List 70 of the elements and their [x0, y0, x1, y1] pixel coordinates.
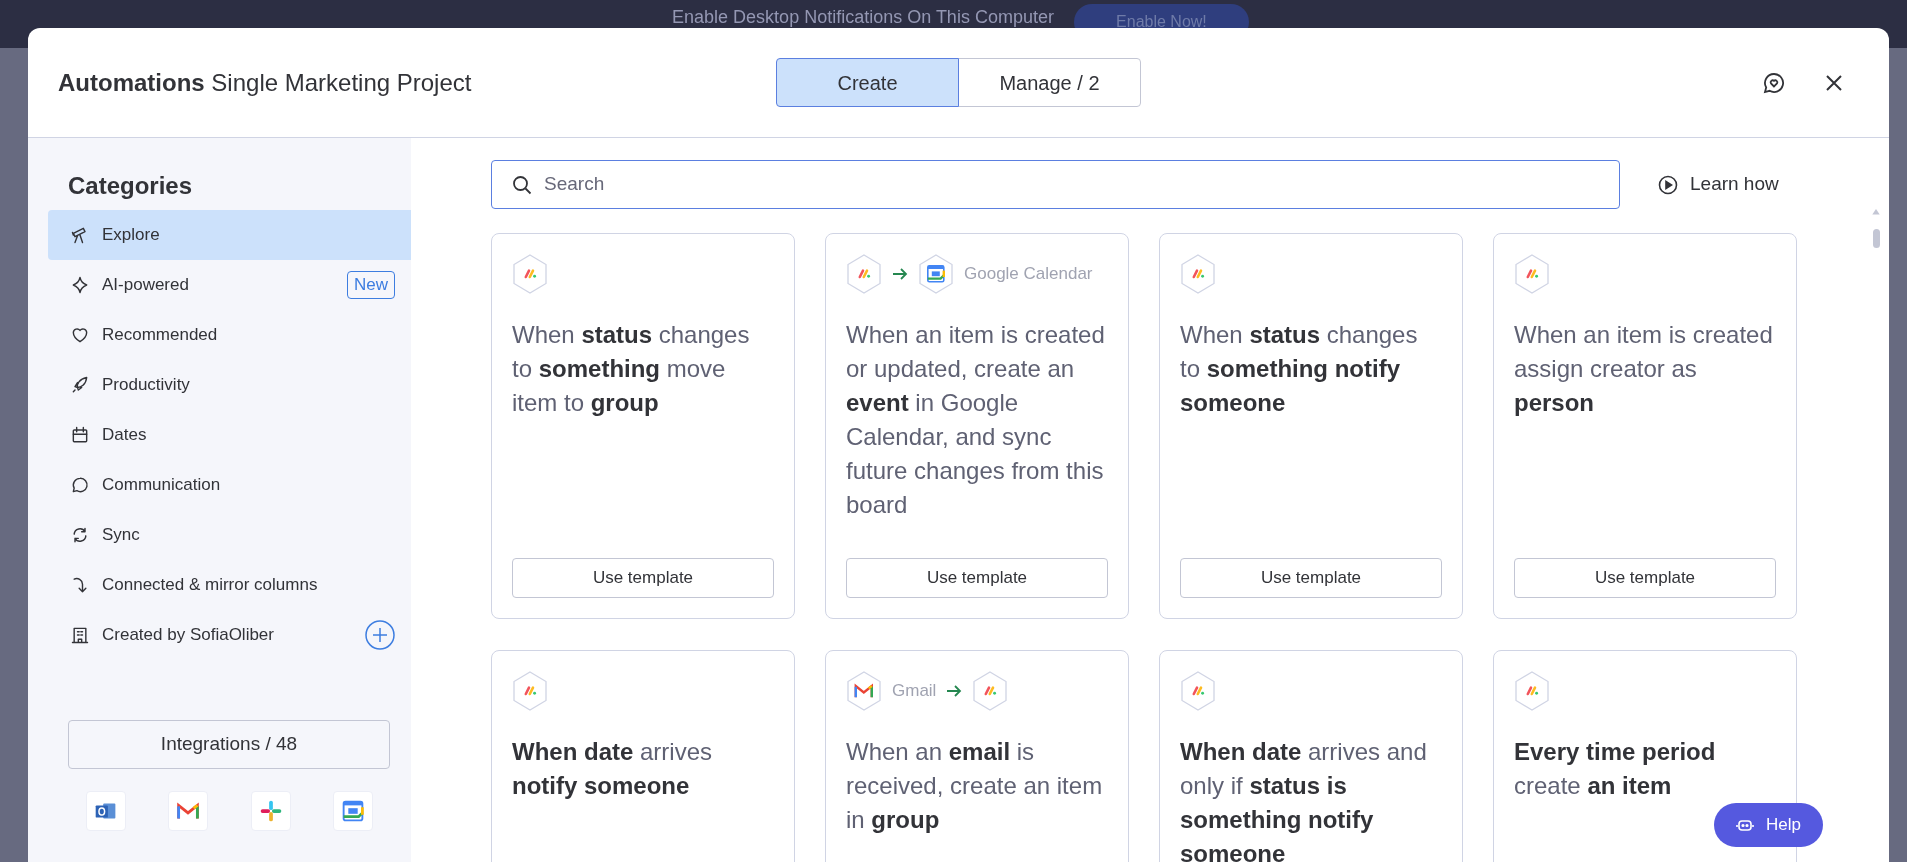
arrow-icon — [946, 684, 963, 698]
category-item[interactable]: Sync — [48, 510, 411, 560]
category-item[interactable]: Created by SofiaOliber — [48, 610, 411, 660]
mail-app-icon[interactable] — [168, 791, 209, 831]
calendar-icon — [70, 425, 90, 445]
learn-how-link[interactable]: Learn how — [1658, 170, 1779, 199]
template-card[interactable]: Google Calendar When an item is created or updated, create an event in Google Calendar, and sync future changes from this board Use template — [825, 233, 1129, 619]
category-item[interactable]: Explore — [48, 210, 411, 260]
play-icon — [1658, 174, 1678, 195]
template-card[interactable]: When an item is created assign creator as person Use template — [1493, 233, 1797, 619]
speech-bubble-icon — [70, 475, 90, 495]
category-item[interactable]: Dates — [48, 410, 411, 460]
heart-icon — [70, 325, 90, 345]
template-description: When status changes to something move item to group — [512, 320, 751, 418]
categories-heading: Categories — [68, 171, 194, 201]
template-description: When an item is created or updated, create an event in Google Calendar, and sync future changes from this board — [846, 320, 1106, 520]
help-button[interactable]: Help — [1714, 803, 1823, 847]
envelope-app-icon[interactable] — [86, 791, 126, 831]
logo-icon — [1180, 671, 1216, 711]
search-field[interactable]: Search — [491, 160, 1620, 209]
template-description: When an item is created assign creator as person — [1514, 320, 1774, 418]
scrollbar[interactable] — [1871, 208, 1881, 248]
feedback-icon[interactable] — [1762, 71, 1786, 95]
template-description: When status changes to something notify someone — [1180, 320, 1419, 418]
use-template-button[interactable]: Use template — [1514, 558, 1776, 598]
template-card[interactable]: When status changes to something notify someone Use template — [1159, 233, 1463, 619]
use-template-button[interactable]: Use template — [846, 558, 1108, 598]
category-item[interactable]: Productivity — [48, 360, 411, 410]
logo-icon — [846, 254, 882, 294]
arrow-icon — [892, 267, 908, 281]
template-description: When date arrives and only if status is something notify someone — [1180, 737, 1428, 862]
logo-icon — [1180, 254, 1216, 294]
new-badge: New — [347, 271, 395, 299]
logo-icon — [1514, 254, 1550, 294]
add-icon[interactable] — [365, 620, 395, 650]
logo-icon — [512, 254, 548, 294]
template-card[interactable]: When date arrives and only if status is something notify someone — [1159, 650, 1463, 862]
app-name: Gmail — [892, 680, 937, 703]
dialog-title: Automations — [58, 68, 205, 96]
tab[interactable]: Create — [776, 58, 959, 107]
mail-app-icon — [846, 671, 882, 711]
sparkle-icon — [70, 275, 90, 295]
template-card[interactable]: When status changes to something move item to group Use template — [491, 233, 795, 619]
logo-icon — [972, 671, 1009, 711]
search-input[interactable]: Search — [544, 170, 1599, 199]
template-card[interactable]: When date arrives notify someone — [491, 650, 795, 862]
template-description: Every time period create an item — [1514, 737, 1717, 801]
tab[interactable]: Manage / 2 — [958, 58, 1141, 107]
template-description: When date arrives notify someone — [512, 737, 714, 801]
integrations-button[interactable]: Integrations / 48 — [68, 720, 390, 769]
logo-icon — [512, 671, 548, 711]
use-template-button[interactable]: Use template — [512, 558, 774, 598]
category-item[interactable]: Recommended — [48, 310, 411, 360]
use-template-button[interactable]: Use template — [1180, 558, 1442, 598]
calendar-app-icon — [918, 254, 954, 294]
search-icon — [512, 174, 532, 195]
close-icon[interactable] — [1825, 74, 1843, 92]
notification-text: Enable Desktop Notifications On This Computer — [672, 7, 1054, 27]
template-card[interactable]: Gmail When an email is received, create an item in group — [825, 650, 1129, 862]
template-description: When an email is received, create an item in group — [846, 737, 1104, 835]
board-name: Single Marketing Project — [211, 68, 472, 96]
building-icon — [70, 625, 90, 645]
category-item[interactable]: AI-powered New — [48, 260, 411, 310]
app-name: Google Calendar — [964, 263, 1093, 286]
logo-icon — [1514, 671, 1550, 711]
category-item[interactable]: Communication — [48, 460, 411, 510]
calendar-app-icon[interactable] — [333, 791, 373, 831]
hash-app-icon[interactable] — [250, 791, 291, 831]
category-item[interactable]: Connected & mirror columns — [48, 560, 411, 610]
rocket-icon — [70, 375, 90, 395]
